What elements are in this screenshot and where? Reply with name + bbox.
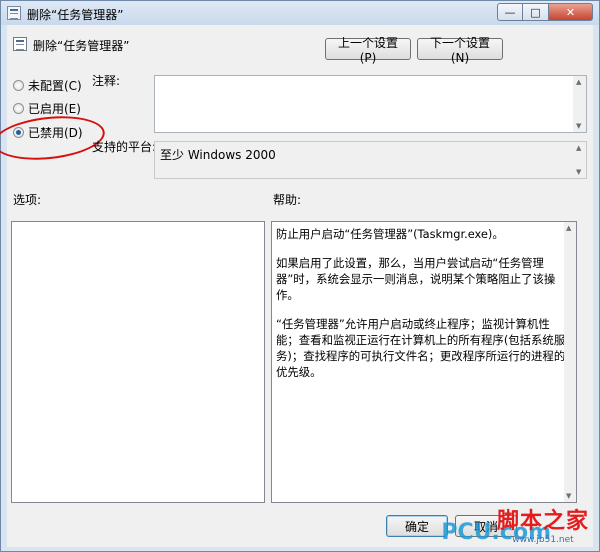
- ok-button[interactable]: 确定: [386, 515, 448, 537]
- scroll-up-icon[interactable]: ▲: [566, 224, 571, 232]
- help-scrollbar[interactable]: ▲ ▼: [564, 222, 576, 502]
- scroll-down-icon[interactable]: ▼: [566, 492, 571, 500]
- maximize-button[interactable]: □: [523, 3, 549, 21]
- site-watermark: 脚本之家 www.jb51.net: [497, 503, 589, 545]
- help-paragraph: 防止用户启动“任务管理器”(Taskmgr.exe)。: [276, 227, 504, 241]
- watermark-url: www.jb51.net: [512, 535, 574, 545]
- next-setting-button[interactable]: 下一个设置(N): [417, 36, 503, 65]
- help-text: 防止用户启动“任务管理器”(Taskmgr.exe)。 如果启用了此设置，那么，…: [276, 226, 566, 393]
- help-paragraph: “任务管理器”允许用户启动或终止程序；监视计算机性能；查看和监视正运行在计算机上…: [276, 317, 566, 379]
- scroll-down-icon[interactable]: ▼: [576, 122, 581, 130]
- platform-scrollbar[interactable]: ▲ ▼: [573, 142, 586, 178]
- help-label: 帮助:: [273, 193, 302, 207]
- radio-label: 未配置(C): [28, 79, 82, 93]
- scroll-up-icon[interactable]: ▲: [576, 144, 581, 152]
- annotation-circle: [0, 111, 107, 165]
- title-bar[interactable]: 删除“任务管理器” — □ ✕: [1, 1, 599, 25]
- platform-label: 支持的平台:: [92, 140, 157, 154]
- policy-setting-icon: [13, 37, 27, 51]
- minimize-button[interactable]: —: [497, 3, 523, 21]
- scroll-down-icon[interactable]: ▼: [576, 168, 581, 176]
- radio-button[interactable]: [13, 80, 24, 91]
- radio-button[interactable]: [13, 103, 24, 114]
- watermark-brand: 脚本之家: [496, 508, 589, 534]
- comment-field[interactable]: ▲ ▼: [154, 75, 587, 133]
- radio-not-configured[interactable]: 未配置(C): [13, 77, 82, 94]
- previous-setting-button[interactable]: 上一个设置(P): [325, 36, 411, 65]
- policy-dialog-window: 删除“任务管理器” — □ ✕ 删除“任务管理器” 上一个设置(P) 下一个设置…: [0, 0, 600, 552]
- platform-value: 至少 Windows 2000: [160, 148, 276, 162]
- options-label: 选项:: [13, 193, 42, 207]
- radio-enabled[interactable]: 已启用(E): [13, 100, 81, 117]
- platform-field: 至少 Windows 2000 ▲ ▼: [154, 141, 587, 179]
- setting-title: 删除“任务管理器”: [33, 39, 130, 53]
- comment-label: 注释:: [92, 74, 121, 88]
- help-pane[interactable]: 防止用户启动“任务管理器”(Taskmgr.exe)。 如果启用了此设置，那么，…: [271, 221, 577, 503]
- comment-scrollbar[interactable]: ▲ ▼: [573, 76, 586, 132]
- radio-label: 已启用(E): [28, 102, 81, 116]
- caption-buttons: — □ ✕: [497, 3, 593, 21]
- window-title: 删除“任务管理器”: [27, 8, 124, 22]
- help-paragraph: 如果启用了此设置，那么，当用户尝试启动“任务管理器”时，系统会显示一则消息，说明…: [276, 256, 556, 302]
- scroll-up-icon[interactable]: ▲: [576, 78, 581, 86]
- close-button[interactable]: ✕: [549, 3, 593, 21]
- options-pane[interactable]: [11, 221, 265, 503]
- dialog-body: 删除“任务管理器” 上一个设置(P) 下一个设置(N) 未配置(C) 已启用(E…: [0, 25, 593, 547]
- policy-setting-icon: [7, 6, 21, 20]
